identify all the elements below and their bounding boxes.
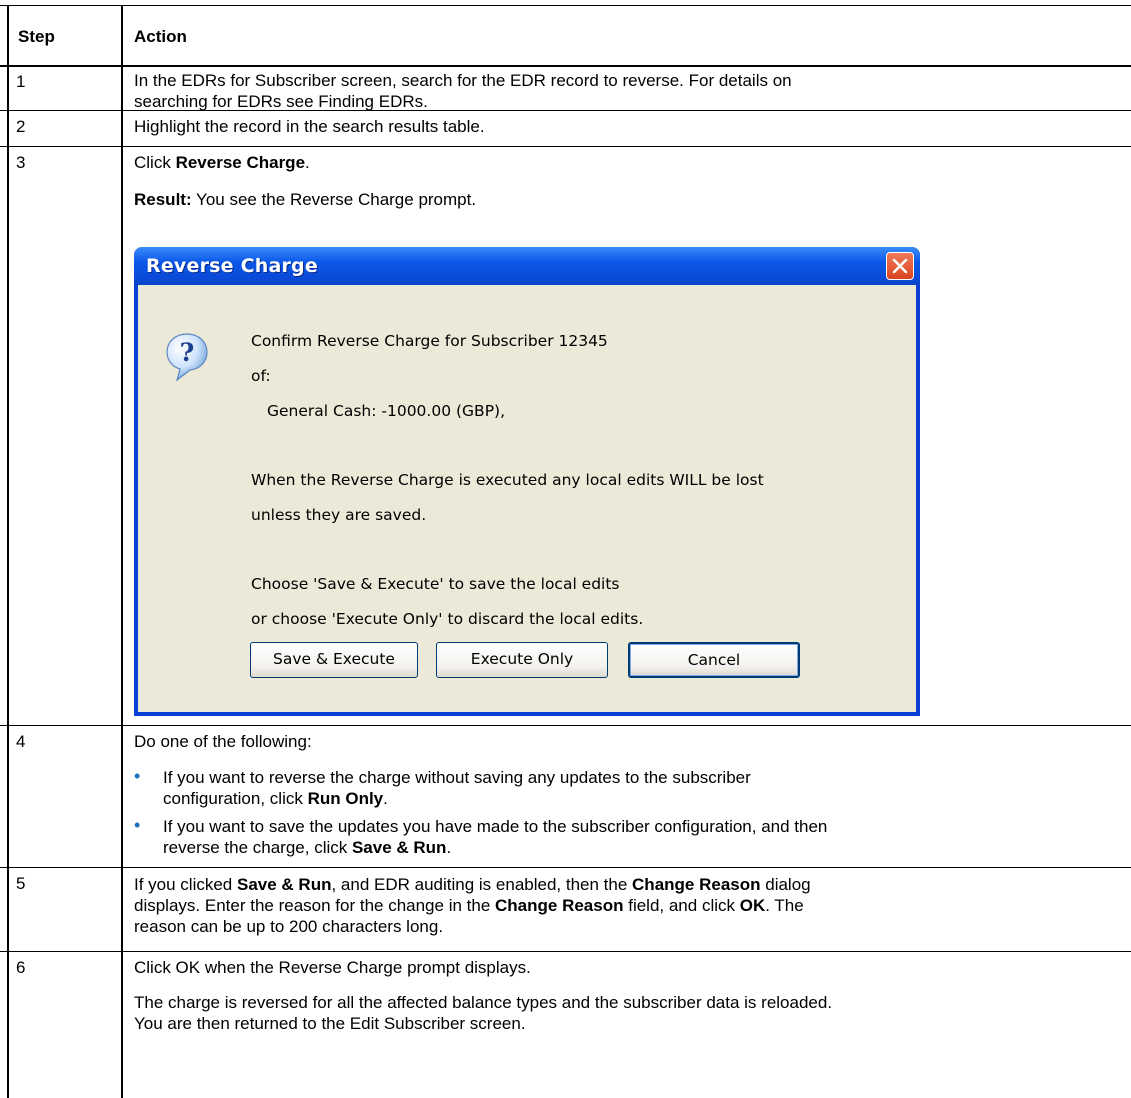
step-text: If you clicked Save & Run, and EDR audit… bbox=[134, 874, 811, 937]
dialog-message-line: or choose 'Execute Only' to discard the … bbox=[251, 610, 644, 628]
text-run: . bbox=[383, 789, 388, 808]
text-run: , and EDR auditing is enabled, then the bbox=[331, 875, 633, 894]
text-run: reverse the charge, click bbox=[163, 838, 352, 857]
header-step: Step bbox=[18, 27, 55, 46]
bold-text: Result: bbox=[134, 190, 192, 209]
dialog-message-line: Confirm Reverse Charge for Subscriber 12… bbox=[251, 332, 608, 350]
text-run: field, and click bbox=[623, 896, 740, 915]
bold-text: Change Reason bbox=[632, 875, 761, 894]
text-run: You see the Reverse Charge prompt. bbox=[191, 190, 477, 209]
dialog-message-line: of: bbox=[251, 367, 271, 385]
reverse-charge-dialog: Reverse Charge ? Confirm Reverse Charge … bbox=[134, 247, 920, 716]
dialog-title: Reverse Charge bbox=[146, 255, 318, 277]
table-rule bbox=[0, 146, 1131, 147]
bold-text: Reverse Charge bbox=[175, 153, 306, 172]
text-run: . bbox=[446, 838, 452, 857]
table-rule bbox=[0, 867, 1131, 868]
table-rule bbox=[0, 725, 1131, 726]
text-line: reason can be up to 200 characters long. bbox=[134, 917, 444, 936]
bold-text: Save & Run bbox=[351, 838, 447, 857]
save-execute-button[interactable]: Save & Execute bbox=[250, 642, 418, 678]
dialog-message-line: unless they are saved. bbox=[251, 506, 427, 524]
bullet-icon: • bbox=[134, 766, 141, 786]
dialog-titlebar: Reverse Charge bbox=[134, 247, 920, 285]
cancel-button[interactable]: Cancel bbox=[628, 642, 800, 678]
step-text: Click OK when the Reverse Charge prompt … bbox=[134, 958, 531, 977]
text-run: displays. Enter the reason for the chang… bbox=[134, 896, 496, 915]
result-text: Result: You see the Reverse Charge promp… bbox=[134, 190, 476, 210]
bullet-item: If you want to reverse the charge withou… bbox=[163, 767, 751, 809]
bold-text: OK bbox=[739, 896, 766, 915]
step-number: 6 bbox=[16, 958, 26, 977]
bold-text: Change Reason bbox=[495, 896, 624, 915]
step-text: Highlight the record in the search resul… bbox=[134, 117, 485, 136]
step-text: Do one of the following: bbox=[134, 732, 312, 751]
step-number: 3 bbox=[16, 153, 26, 172]
table-rule bbox=[0, 951, 1131, 952]
question-icon: ? bbox=[166, 333, 208, 382]
close-button[interactable] bbox=[886, 252, 914, 280]
text-line: The charge is reversed for all the affec… bbox=[134, 993, 833, 1012]
step-number: 1 bbox=[16, 72, 26, 91]
step-number: 5 bbox=[16, 874, 26, 893]
text-line: If you want to reverse the charge withou… bbox=[163, 768, 751, 787]
bullet-icon: • bbox=[134, 815, 141, 835]
dialog-message-line: General Cash: -1000.00 (GBP), bbox=[267, 402, 506, 420]
step-number: 4 bbox=[16, 732, 26, 751]
table-rule bbox=[121, 5, 123, 1098]
text-line: configuration, click Run Only. bbox=[163, 788, 751, 809]
bold-text: Run Only bbox=[307, 789, 384, 808]
text-line: If you clicked Save & Run, and EDR audit… bbox=[134, 874, 811, 895]
table-rule bbox=[0, 65, 1131, 67]
text-line: In the EDRs for Subscriber screen, searc… bbox=[134, 71, 792, 90]
text-run: dialog bbox=[760, 875, 811, 894]
header-action: Action bbox=[134, 27, 187, 46]
text-line: You are then returned to the Edit Subscr… bbox=[134, 1014, 526, 1033]
step-number: 2 bbox=[16, 117, 26, 136]
step-text: The charge is reversed for all the affec… bbox=[134, 992, 832, 1034]
text-line: displays. Enter the reason for the chang… bbox=[134, 895, 811, 916]
step-text: Click Reverse Charge. bbox=[134, 153, 310, 173]
bold-text: Save & Run bbox=[237, 875, 332, 894]
step-text: In the EDRs for Subscriber screen, searc… bbox=[134, 70, 792, 112]
text-line: searching for EDRs see Finding EDRs. bbox=[134, 92, 428, 111]
text-run: If you clicked bbox=[134, 875, 237, 894]
text-line: If you want to save the updates you have… bbox=[163, 817, 828, 836]
table-rule bbox=[7, 5, 9, 1098]
dialog-message-line: Choose 'Save & Execute' to save the loca… bbox=[251, 575, 620, 593]
dialog-body: ? Confirm Reverse Charge for Subscriber … bbox=[138, 285, 916, 712]
text-line: reverse the charge, click Save & Run. bbox=[163, 837, 827, 858]
dialog-message-line: When the Reverse Charge is executed any … bbox=[251, 471, 764, 489]
execute-only-button[interactable]: Execute Only bbox=[436, 642, 608, 678]
table-rule bbox=[0, 5, 1131, 6]
text-run: . The bbox=[765, 896, 804, 915]
svg-text:?: ? bbox=[180, 338, 195, 367]
close-icon bbox=[892, 258, 908, 274]
text-run: configuration, click bbox=[163, 789, 308, 808]
text-run: . bbox=[305, 153, 310, 172]
text-run: Click bbox=[134, 153, 176, 172]
bullet-item: If you want to save the updates you have… bbox=[163, 816, 827, 858]
